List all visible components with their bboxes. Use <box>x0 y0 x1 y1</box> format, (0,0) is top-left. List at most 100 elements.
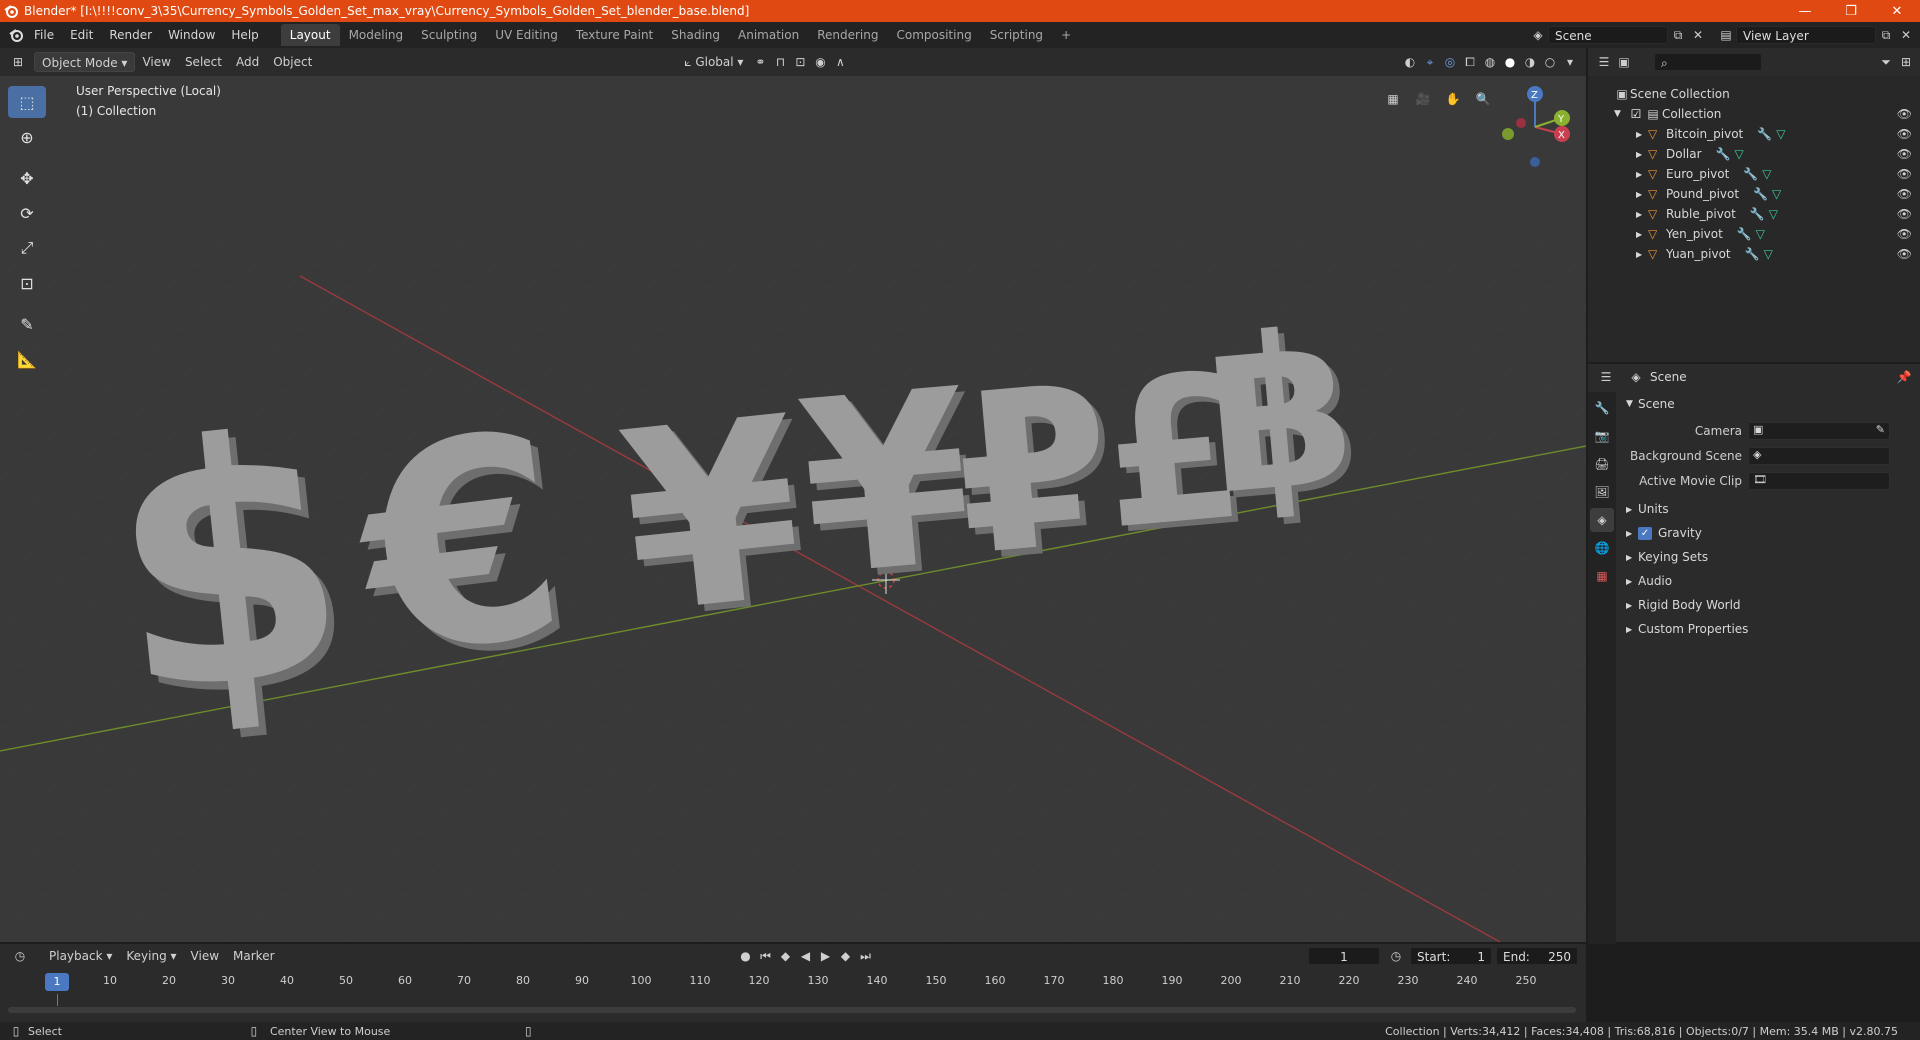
modifier-wrench-icon[interactable]: 🔧 <box>1753 187 1768 201</box>
outliner-object-row[interactable]: ▶ ▽ Ruble_pivot 🔧 ▽ 👁 <box>1588 204 1920 224</box>
eye-icon[interactable]: 👁 <box>1897 247 1912 261</box>
end-frame-field[interactable]: End: 250 <box>1496 947 1578 965</box>
eyedropper-icon[interactable]: ✎ <box>1876 423 1885 436</box>
minimize-button[interactable]: — <box>1782 0 1828 22</box>
mesh-data-icon[interactable]: ▽ <box>1756 227 1765 241</box>
scene-panel-header[interactable]: ▼ Scene <box>1618 392 1920 416</box>
editor-type-icon[interactable]: ☰ <box>1596 367 1616 387</box>
scene-collection-row[interactable]: ▣ Scene Collection <box>1588 84 1920 104</box>
render-tab-icon[interactable]: 📷 <box>1590 424 1614 448</box>
modifier-wrench-icon[interactable]: 🔧 <box>1750 207 1765 221</box>
modifier-wrench-icon[interactable]: 🔧 <box>1743 167 1758 181</box>
mesh-data-icon[interactable]: ▽ <box>1735 147 1744 161</box>
scene-selector[interactable]: Scene <box>1548 26 1668 44</box>
add-workspace-button[interactable]: + <box>1052 24 1080 46</box>
menu-render[interactable]: Render <box>101 24 160 46</box>
scene-icon[interactable]: ◈ <box>1528 25 1548 45</box>
pivot-point-icon[interactable]: ⚭ <box>750 52 770 72</box>
eye-icon[interactable]: 👁 <box>1897 147 1912 161</box>
texture-tab-icon[interactable]: ▦ <box>1590 564 1614 588</box>
menu-view[interactable]: View <box>184 946 226 966</box>
filter-icon[interactable]: ⏷ <box>1876 52 1896 72</box>
menu-marker[interactable]: Marker <box>226 946 281 966</box>
new-scene-icon[interactable]: ⧉ <box>1668 25 1688 45</box>
view-layer-selector[interactable]: View Layer <box>1736 26 1876 44</box>
delete-view-layer-icon[interactable]: ✕ <box>1896 25 1916 45</box>
gravity-checkbox[interactable]: ✓ <box>1638 526 1652 540</box>
prev-keyframe-icon[interactable]: ◆ <box>776 946 796 966</box>
eye-icon[interactable]: 👁 <box>1897 127 1912 141</box>
expand-arrow-icon[interactable]: ▶ <box>1636 250 1648 259</box>
timeline-ruler[interactable]: 1 10 20 30 40 50 60 70 80 90 100 110 120… <box>0 970 1586 994</box>
output-tab-icon[interactable]: 🖨 <box>1590 452 1614 476</box>
expand-arrow-icon[interactable]: ▼ <box>1614 109 1628 119</box>
checkbox-icon[interactable]: ☑ <box>1628 104 1644 124</box>
tab-modeling[interactable]: Modeling <box>340 24 413 46</box>
editor-type-icon[interactable]: ◷ <box>10 946 30 966</box>
wireframe-shading-icon[interactable]: ◍ <box>1480 52 1500 72</box>
eye-icon[interactable]: 👁 <box>1897 227 1912 241</box>
blender-menu-icon[interactable] <box>6 25 26 45</box>
new-view-layer-icon[interactable]: ⧉ <box>1876 25 1896 45</box>
rotate-tool[interactable]: ⟳ <box>8 197 46 229</box>
expand-arrow-icon[interactable]: ▶ <box>1636 210 1648 219</box>
outliner-object-row[interactable]: ▶ ▽ Pound_pivot 🔧 ▽ 👁 <box>1588 184 1920 204</box>
next-keyframe-icon[interactable]: ◆ <box>836 946 856 966</box>
tab-sculpting[interactable]: Sculpting <box>412 24 486 46</box>
snap-icon[interactable]: ⊓ <box>770 52 790 72</box>
transform-orientation-dropdown[interactable]: ⟀ Global ▾ <box>677 52 750 72</box>
audio-panel-header[interactable]: ▶ Audio <box>1618 569 1920 593</box>
custom-properties-panel-header[interactable]: ▶ Custom Properties <box>1618 617 1920 641</box>
editor-type-icon[interactable]: ☰ <box>1594 52 1614 72</box>
active-movie-clip-field[interactable]: 🎞 <box>1748 471 1890 490</box>
falloff-icon[interactable]: ∧ <box>830 52 850 72</box>
outliner-object-row[interactable]: ▶ ▽ Yuan_pivot 🔧 ▽ 👁 <box>1588 244 1920 264</box>
timeline-scrollbar[interactable] <box>8 1007 1576 1013</box>
move-tool[interactable]: ✥ <box>8 162 46 194</box>
modifier-wrench-icon[interactable]: 🔧 <box>1745 247 1760 261</box>
tab-uv-editing[interactable]: UV Editing <box>486 24 567 46</box>
background-scene-field[interactable]: ◈ <box>1748 446 1890 465</box>
menu-help[interactable]: Help <box>223 24 266 46</box>
tab-layout[interactable]: Layout <box>280 24 340 46</box>
menu-keying[interactable]: Keying ▾ <box>119 946 183 966</box>
delete-scene-icon[interactable]: ✕ <box>1688 25 1708 45</box>
cursor-tool[interactable]: ⊕ <box>8 121 46 153</box>
mesh-data-icon[interactable]: ▽ <box>1769 207 1778 221</box>
outliner-object-row[interactable]: ▶ ▽ Bitcoin_pivot 🔧 ▽ 👁 <box>1588 124 1920 144</box>
menu-add[interactable]: Add <box>229 52 266 72</box>
camera-field[interactable]: ▣ ✎ <box>1748 421 1890 440</box>
gravity-panel-header[interactable]: ▶ ✓ Gravity <box>1618 521 1920 545</box>
grid-view-icon[interactable]: ▦ <box>1380 86 1406 112</box>
expand-arrow-icon[interactable]: ▶ <box>1636 170 1648 179</box>
proportional-edit-icon[interactable]: ◉ <box>810 52 830 72</box>
menu-select[interactable]: Select <box>178 52 229 72</box>
editor-type-icon[interactable]: ⊞ <box>8 52 28 72</box>
measure-tool[interactable]: 📐 <box>8 343 46 375</box>
menu-object[interactable]: Object <box>266 52 319 72</box>
jump-end-icon[interactable]: ⏭ <box>856 946 876 966</box>
rendered-shading-icon[interactable]: ○ <box>1540 52 1560 72</box>
new-collection-icon[interactable]: ⊞ <box>1896 52 1916 72</box>
tab-animation[interactable]: Animation <box>729 24 808 46</box>
modifier-wrench-icon[interactable]: 🔧 <box>1716 147 1731 161</box>
modifier-wrench-icon[interactable]: 🔧 <box>1757 127 1772 141</box>
display-mode-icon[interactable]: ▣ <box>1614 52 1634 72</box>
units-panel-header[interactable]: ▶ Units <box>1618 497 1920 521</box>
menu-window[interactable]: Window <box>160 24 223 46</box>
tab-shading[interactable]: Shading <box>662 24 729 46</box>
world-tab-icon[interactable]: 🌐 <box>1590 536 1614 560</box>
tab-scripting[interactable]: Scripting <box>981 24 1052 46</box>
pan-hand-icon[interactable]: ✋ <box>1440 86 1466 112</box>
tool-tab-icon[interactable]: 🔧 <box>1590 396 1614 420</box>
shading-options-icon[interactable]: ▾ <box>1560 52 1580 72</box>
tab-rendering[interactable]: Rendering <box>808 24 887 46</box>
expand-arrow-icon[interactable]: ▶ <box>1636 190 1648 199</box>
pin-icon[interactable]: 📌 <box>1894 367 1914 387</box>
material-shading-icon[interactable]: ◑ <box>1520 52 1540 72</box>
eye-icon[interactable]: 👁 <box>1897 107 1912 121</box>
xray-icon[interactable]: ⧠ <box>1460 52 1480 72</box>
select-box-tool[interactable]: ⬚ <box>8 86 46 118</box>
current-frame-field[interactable]: 1 <box>1308 947 1380 965</box>
eye-icon[interactable]: 👁 <box>1897 187 1912 201</box>
